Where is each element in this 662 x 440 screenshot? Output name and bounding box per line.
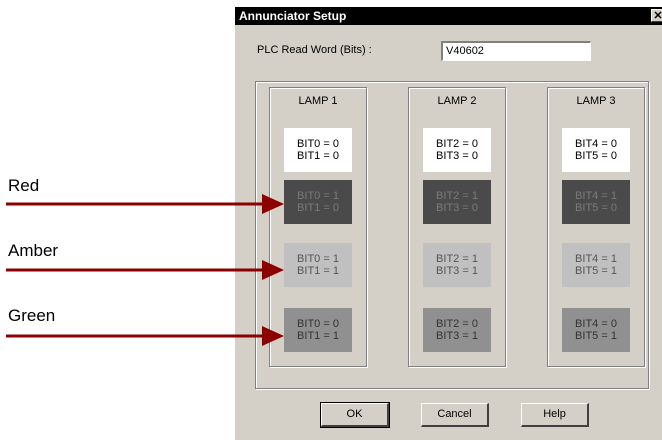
red-arrow xyxy=(6,194,284,214)
green-arrow xyxy=(6,326,284,346)
amber-arrow xyxy=(6,260,284,280)
annotation-arrows xyxy=(6,194,284,346)
